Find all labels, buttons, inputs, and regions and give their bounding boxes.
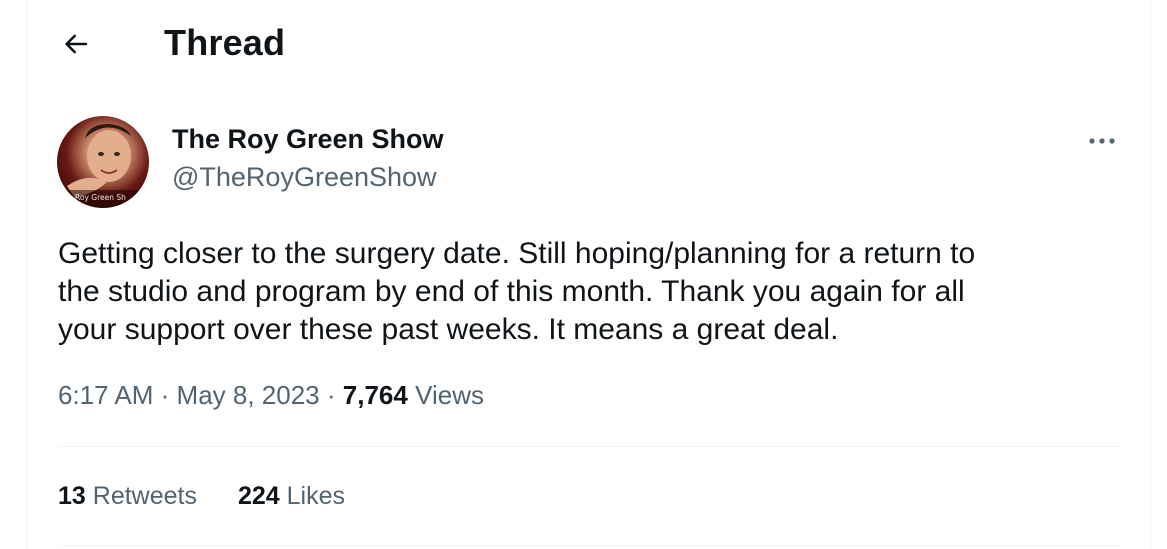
page-title: Thread [164,22,286,63]
column-border-left [26,0,27,549]
retweets-label: Retweets [92,482,197,510]
divider [58,446,1120,447]
more-dots-icon [1089,138,1115,144]
tweet-text-line: the studio and program by end of this mo… [58,275,965,308]
tweet-time[interactable]: 6:17 AM [58,380,153,410]
meta-separator: · [326,380,336,410]
views-label: Views [415,380,484,410]
avatar-caption: Roy Green Sh [75,193,126,202]
author-display-name[interactable]: The Roy Green Show [172,124,444,155]
arrow-left-icon [65,34,88,54]
tweet-text: Getting closer to the surgery date. Stil… [58,235,1128,349]
tweet-date[interactable]: May 8, 2023 [177,380,320,410]
likes-count: 224 [237,482,280,510]
column-border-right [1150,0,1151,549]
back-button[interactable] [56,24,96,64]
author-handle[interactable]: @TheRoyGreenShow [172,162,437,193]
avatar[interactable]: Roy Green Sh [57,116,149,208]
tweet-text-line: Getting closer to the surgery date. Stil… [58,237,976,270]
divider [58,545,1120,546]
tweet-stats: 13 Retweets 224 Likes [58,482,379,511]
tweet-text-line: your support over these past weeks. It m… [58,313,839,346]
retweets-link[interactable]: 13 Retweets [58,482,197,510]
likes-link[interactable]: 224 Likes [238,482,345,510]
retweets-count: 13 [58,482,86,510]
more-button[interactable] [1082,124,1122,158]
views-count: 7,764 [342,380,408,410]
thread-page: Thread Roy Green Sh The Roy Green Show @… [0,0,1167,549]
meta-separator: · [160,380,170,410]
tweet-meta: 6:17 AM · May 8, 2023 · 7,764 Views [58,380,484,411]
likes-label: Likes [286,482,345,510]
